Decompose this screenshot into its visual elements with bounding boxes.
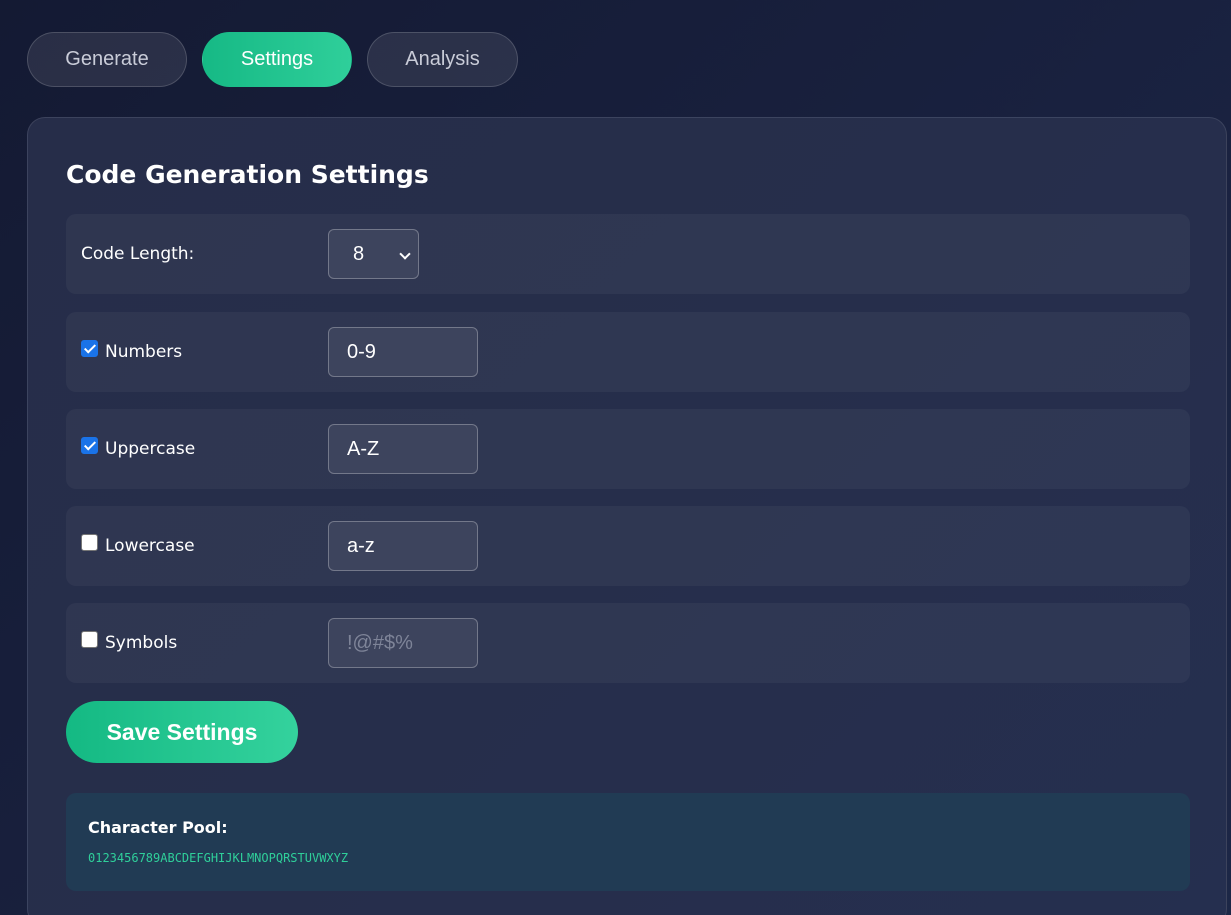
character-pool: Character Pool: 0123456789ABCDEFGHIJKLMN… (66, 793, 1190, 891)
uppercase-option[interactable]: Uppercase (81, 409, 195, 489)
symbols-checkbox[interactable] (81, 630, 98, 648)
code-length-label-text: Code Length: (81, 244, 195, 264)
numbers-checkbox[interactable] (81, 339, 98, 357)
uppercase-range-input[interactable] (328, 424, 478, 474)
lowercase-row: Lowercase (66, 506, 1190, 586)
uppercase-label: Uppercase (105, 439, 196, 459)
numbers-range-input[interactable] (328, 327, 478, 377)
tab-bar: Generate Settings Analysis (27, 32, 518, 87)
code-length-select[interactable]: 8 (328, 229, 419, 279)
character-pool-value: 0123456789ABCDEFGHIJKLMNOPQRSTUVWXYZ (88, 851, 349, 865)
lowercase-label: Lowercase (105, 536, 195, 556)
uppercase-row: Uppercase (66, 409, 1190, 489)
symbols-option[interactable]: Symbols (81, 603, 177, 683)
lowercase-range-input[interactable] (328, 521, 478, 571)
tab-settings[interactable]: Settings (202, 32, 352, 87)
numbers-row: Numbers (66, 312, 1190, 392)
code-length-label: Code Length: (81, 214, 194, 294)
tab-generate[interactable]: Generate (27, 32, 187, 87)
panel-title: Code Generation Settings (66, 160, 429, 189)
tab-analysis[interactable]: Analysis (367, 32, 518, 87)
character-pool-title: Character Pool: (88, 818, 228, 837)
symbols-label: Symbols (105, 633, 178, 653)
numbers-label: Numbers (105, 342, 183, 362)
code-length-value: 8 (353, 242, 365, 265)
symbols-row: Symbols (66, 603, 1190, 683)
uppercase-checkbox[interactable] (81, 436, 98, 454)
code-length-row: Code Length: 8 (66, 214, 1190, 294)
chevron-down-icon (399, 248, 411, 260)
save-settings-button[interactable]: Save Settings (66, 701, 298, 763)
symbols-input[interactable] (328, 618, 478, 668)
numbers-option[interactable]: Numbers (81, 312, 182, 392)
lowercase-checkbox[interactable] (81, 533, 98, 551)
settings-panel: Code Generation Settings Code Length: 8 … (27, 117, 1227, 915)
lowercase-option[interactable]: Lowercase (81, 506, 195, 586)
